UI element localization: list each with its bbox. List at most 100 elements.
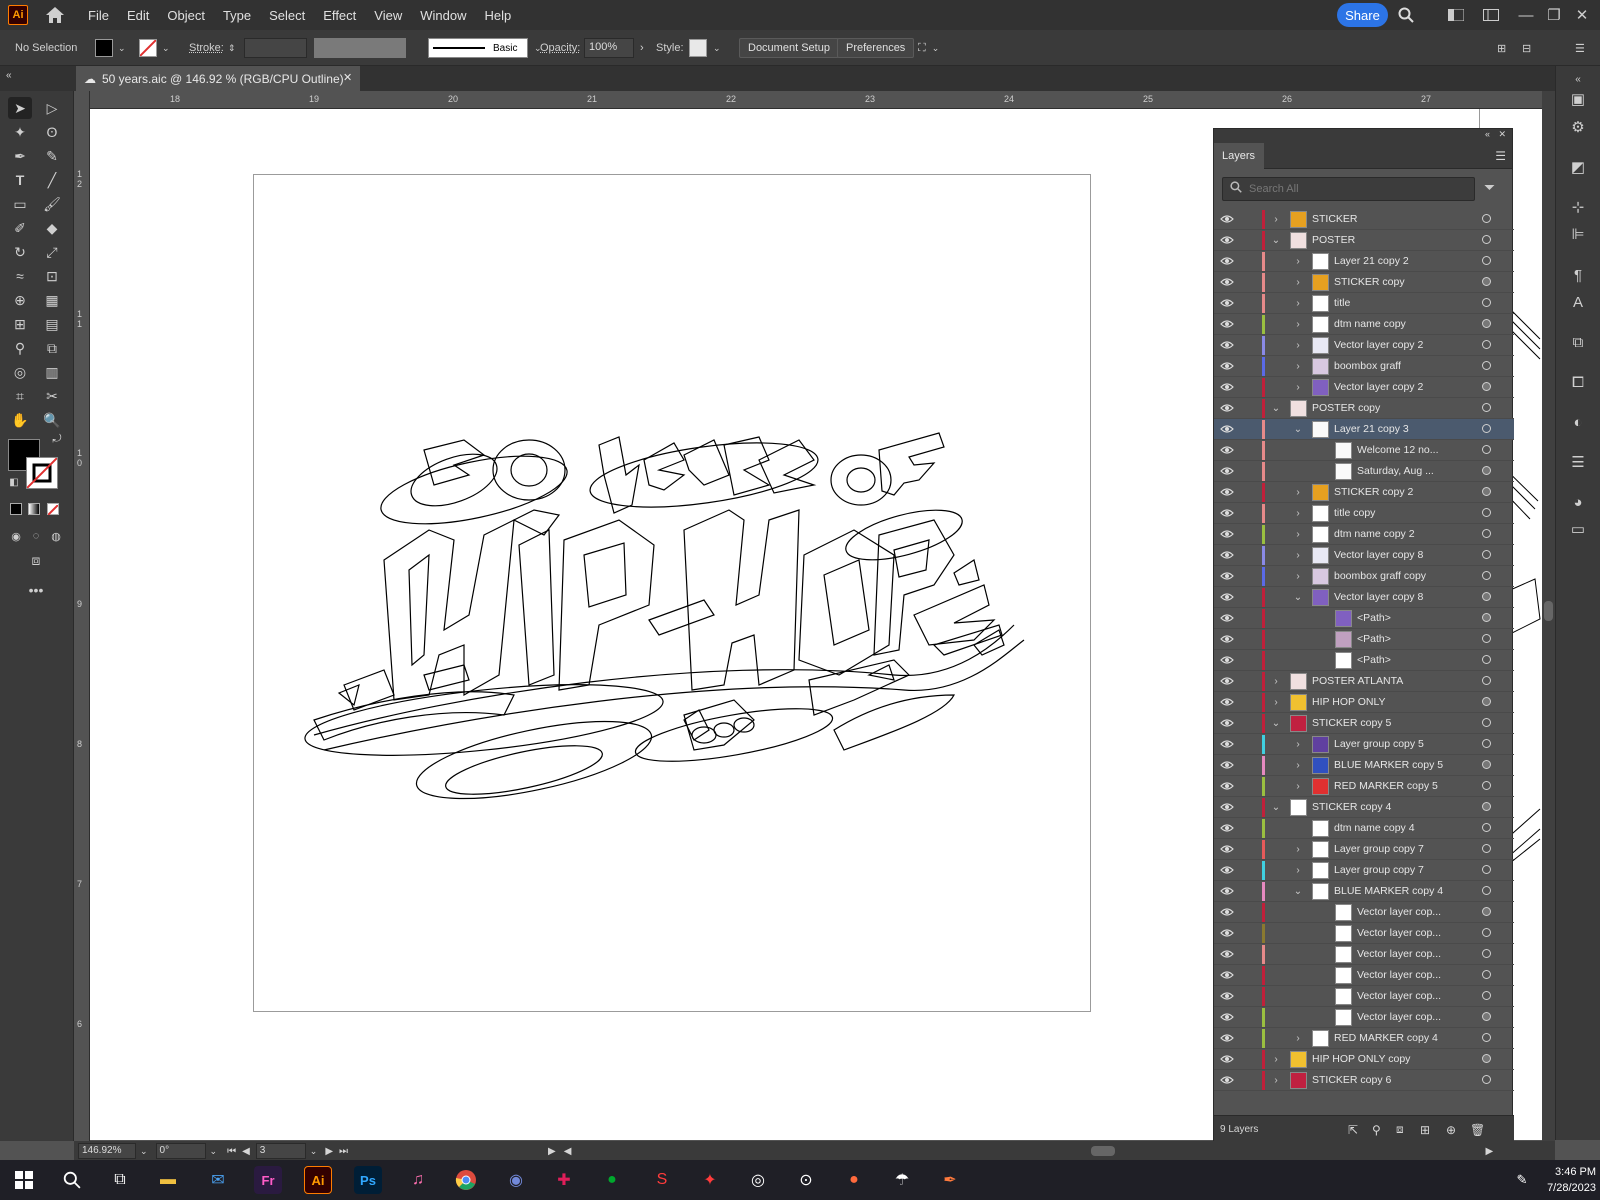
layer-row[interactable]: ⌄ STICKER copy 4 bbox=[1214, 797, 1514, 818]
layer-row[interactable]: › Vector layer copy 8 bbox=[1214, 545, 1514, 566]
layer-target-icon[interactable] bbox=[1482, 970, 1491, 979]
visibility-eye-icon[interactable] bbox=[1220, 570, 1234, 582]
chevron-right-icon[interactable]: › bbox=[1292, 779, 1304, 793]
visibility-eye-icon[interactable] bbox=[1220, 969, 1234, 981]
visibility-eye-icon[interactable] bbox=[1220, 885, 1234, 897]
magic-wand-tool-icon[interactable]: ✦ bbox=[8, 121, 32, 143]
visibility-eye-icon[interactable] bbox=[1220, 381, 1234, 393]
layer-target-icon[interactable] bbox=[1482, 445, 1491, 454]
layer-row[interactable]: › dtm name copy bbox=[1214, 314, 1514, 335]
chevron-right-icon[interactable]: › bbox=[1292, 863, 1304, 877]
layer-row[interactable]: dtm name copy 4 bbox=[1214, 818, 1514, 839]
width-tool-icon[interactable]: ≈ bbox=[8, 265, 32, 287]
layers-search-input[interactable]: Search All bbox=[1222, 177, 1475, 201]
visibility-eye-icon[interactable] bbox=[1220, 528, 1234, 540]
vertical-scrollbar[interactable] bbox=[1542, 91, 1555, 1141]
visibility-eye-icon[interactable] bbox=[1220, 507, 1234, 519]
visibility-eye-icon[interactable] bbox=[1220, 843, 1234, 855]
pen-input-icon[interactable]: ✎ bbox=[1508, 1166, 1536, 1194]
shaper-tool-icon[interactable]: ✐ bbox=[8, 217, 32, 239]
selection-tool-icon[interactable]: ➤ bbox=[8, 97, 32, 119]
layer-row[interactable]: ⌄ Vector layer copy 8 bbox=[1214, 587, 1514, 608]
layer-row[interactable]: Vector layer cop... bbox=[1214, 965, 1514, 986]
direct-selection-tool-icon[interactable]: ▷ bbox=[40, 97, 64, 119]
menu-window[interactable]: Window bbox=[420, 8, 466, 23]
chevron-right-icon[interactable]: › bbox=[1292, 254, 1304, 268]
visibility-eye-icon[interactable] bbox=[1220, 549, 1234, 561]
chevron-right-icon[interactable]: › bbox=[1292, 359, 1304, 373]
gradient-panel-icon[interactable]: ▭ bbox=[1568, 519, 1588, 539]
layer-target-icon[interactable] bbox=[1482, 1054, 1491, 1063]
eyedropper-tool-icon[interactable]: ⚲ bbox=[8, 337, 32, 359]
layer-row[interactable]: › Layer group copy 7 bbox=[1214, 860, 1514, 881]
close-panel-icon[interactable]: ✕ bbox=[1498, 129, 1506, 140]
previous-artboard-icon[interactable]: ◀ bbox=[242, 1146, 250, 1157]
filter-icon[interactable]: ⏷ bbox=[1484, 179, 1504, 199]
layer-target-icon[interactable] bbox=[1482, 382, 1491, 391]
mesh-tool-icon[interactable]: ⊞ bbox=[8, 313, 32, 335]
layer-target-icon[interactable] bbox=[1482, 508, 1491, 517]
column-graph-tool-icon[interactable]: ▥ bbox=[40, 361, 64, 383]
horizontal-scroll-thumb[interactable] bbox=[1091, 1146, 1116, 1156]
new-layer-icon[interactable]: ⊕ bbox=[1446, 1123, 1456, 1137]
layer-target-icon[interactable] bbox=[1482, 1075, 1491, 1084]
app-icon-orange[interactable]: ● bbox=[840, 1166, 868, 1194]
layer-row[interactable]: › HIP HOP ONLY copy bbox=[1214, 1049, 1514, 1070]
control-bar-menu-icon[interactable]: ☰ bbox=[1575, 42, 1585, 55]
layer-row[interactable]: Saturday, Aug ... bbox=[1214, 461, 1514, 482]
character-panel-icon[interactable]: A bbox=[1568, 292, 1588, 312]
app-icon-red-figure[interactable]: ✦ bbox=[696, 1166, 724, 1194]
slack-icon[interactable]: ✚ bbox=[550, 1166, 578, 1194]
layer-row[interactable]: <Path> bbox=[1214, 608, 1514, 629]
chevron-right-icon[interactable]: › bbox=[1292, 380, 1304, 394]
layer-row[interactable]: › Layer 21 copy 2 bbox=[1214, 251, 1514, 272]
layer-row[interactable]: ⌄ Layer 21 copy 3 bbox=[1214, 419, 1514, 440]
restore-icon[interactable]: ❐ bbox=[1545, 6, 1563, 24]
layer-row[interactable]: ⌄ POSTER bbox=[1214, 230, 1514, 251]
layer-target-icon[interactable] bbox=[1482, 1033, 1491, 1042]
eraser-tool-icon[interactable]: ◆ bbox=[40, 217, 64, 239]
layer-row[interactable]: › STICKER copy 2 bbox=[1214, 482, 1514, 503]
perspective-grid-tool-icon[interactable]: ▦ bbox=[40, 289, 64, 311]
layer-target-icon[interactable] bbox=[1482, 676, 1491, 685]
layer-row[interactable]: <Path> bbox=[1214, 650, 1514, 671]
layer-row[interactable]: Vector layer cop... bbox=[1214, 902, 1514, 923]
visibility-eye-icon[interactable] bbox=[1220, 339, 1234, 351]
hand-tool-icon[interactable]: ✋ bbox=[8, 409, 32, 431]
layer-target-icon[interactable] bbox=[1482, 256, 1491, 265]
transform-panel-icon[interactable]: ⊹ bbox=[1568, 197, 1588, 217]
visibility-eye-icon[interactable] bbox=[1220, 255, 1234, 267]
variable-width-profile[interactable] bbox=[314, 38, 406, 58]
type-tool-icon[interactable]: T bbox=[8, 169, 32, 191]
app-icon-red-s[interactable]: S bbox=[648, 1166, 676, 1194]
appearance-panel-icon[interactable]: ◐ bbox=[1568, 412, 1588, 432]
chevron-down-icon[interactable]: ⌄ bbox=[1270, 800, 1282, 814]
layer-target-icon[interactable] bbox=[1482, 886, 1491, 895]
style-swatch[interactable] bbox=[689, 39, 707, 57]
properties-panel-icon[interactable]: ▣ bbox=[1568, 89, 1588, 109]
layer-target-icon[interactable] bbox=[1482, 634, 1491, 643]
layer-target-icon[interactable] bbox=[1482, 718, 1491, 727]
chevron-right-icon[interactable]: › bbox=[1270, 695, 1282, 709]
select-similar-dropdown-icon[interactable]: ⌄ bbox=[932, 43, 940, 54]
layer-row[interactable]: Vector layer cop... bbox=[1214, 923, 1514, 944]
mail-icon[interactable]: ✉ bbox=[204, 1166, 232, 1194]
stroke-label[interactable]: Stroke: bbox=[189, 30, 224, 66]
layer-target-icon[interactable] bbox=[1482, 466, 1491, 475]
visibility-eye-icon[interactable] bbox=[1220, 717, 1234, 729]
chevron-right-icon[interactable]: › bbox=[1292, 758, 1304, 772]
layer-target-icon[interactable] bbox=[1482, 550, 1491, 559]
select-similar-icon[interactable]: ⛶ bbox=[918, 42, 926, 55]
chevron-right-icon[interactable]: › bbox=[1292, 506, 1304, 520]
chevron-right-icon[interactable]: › bbox=[1292, 485, 1304, 499]
app-icon-pen[interactable]: ✒ bbox=[936, 1166, 964, 1194]
layer-target-icon[interactable] bbox=[1482, 529, 1491, 538]
layers-panel-icon[interactable]: ☰ bbox=[1568, 452, 1588, 472]
menu-effect[interactable]: Effect bbox=[323, 8, 356, 23]
visibility-eye-icon[interactable] bbox=[1220, 633, 1234, 645]
layer-target-icon[interactable] bbox=[1482, 571, 1491, 580]
layer-row[interactable]: › HIP HOP ONLY bbox=[1214, 692, 1514, 713]
obs-icon[interactable]: ◎ bbox=[744, 1166, 772, 1194]
scroll-left-icon[interactable]: ◀ bbox=[564, 1146, 572, 1157]
visibility-eye-icon[interactable] bbox=[1220, 591, 1234, 603]
